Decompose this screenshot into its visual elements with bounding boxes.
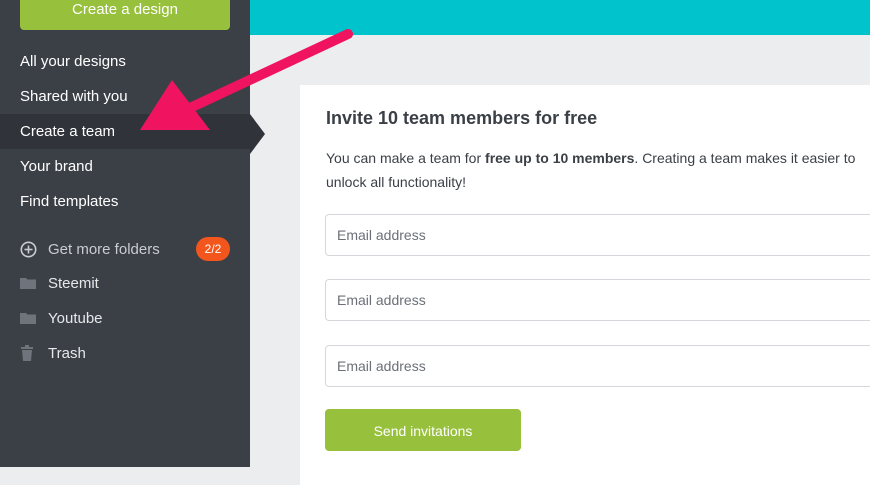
annotation-arrow (140, 29, 353, 130)
